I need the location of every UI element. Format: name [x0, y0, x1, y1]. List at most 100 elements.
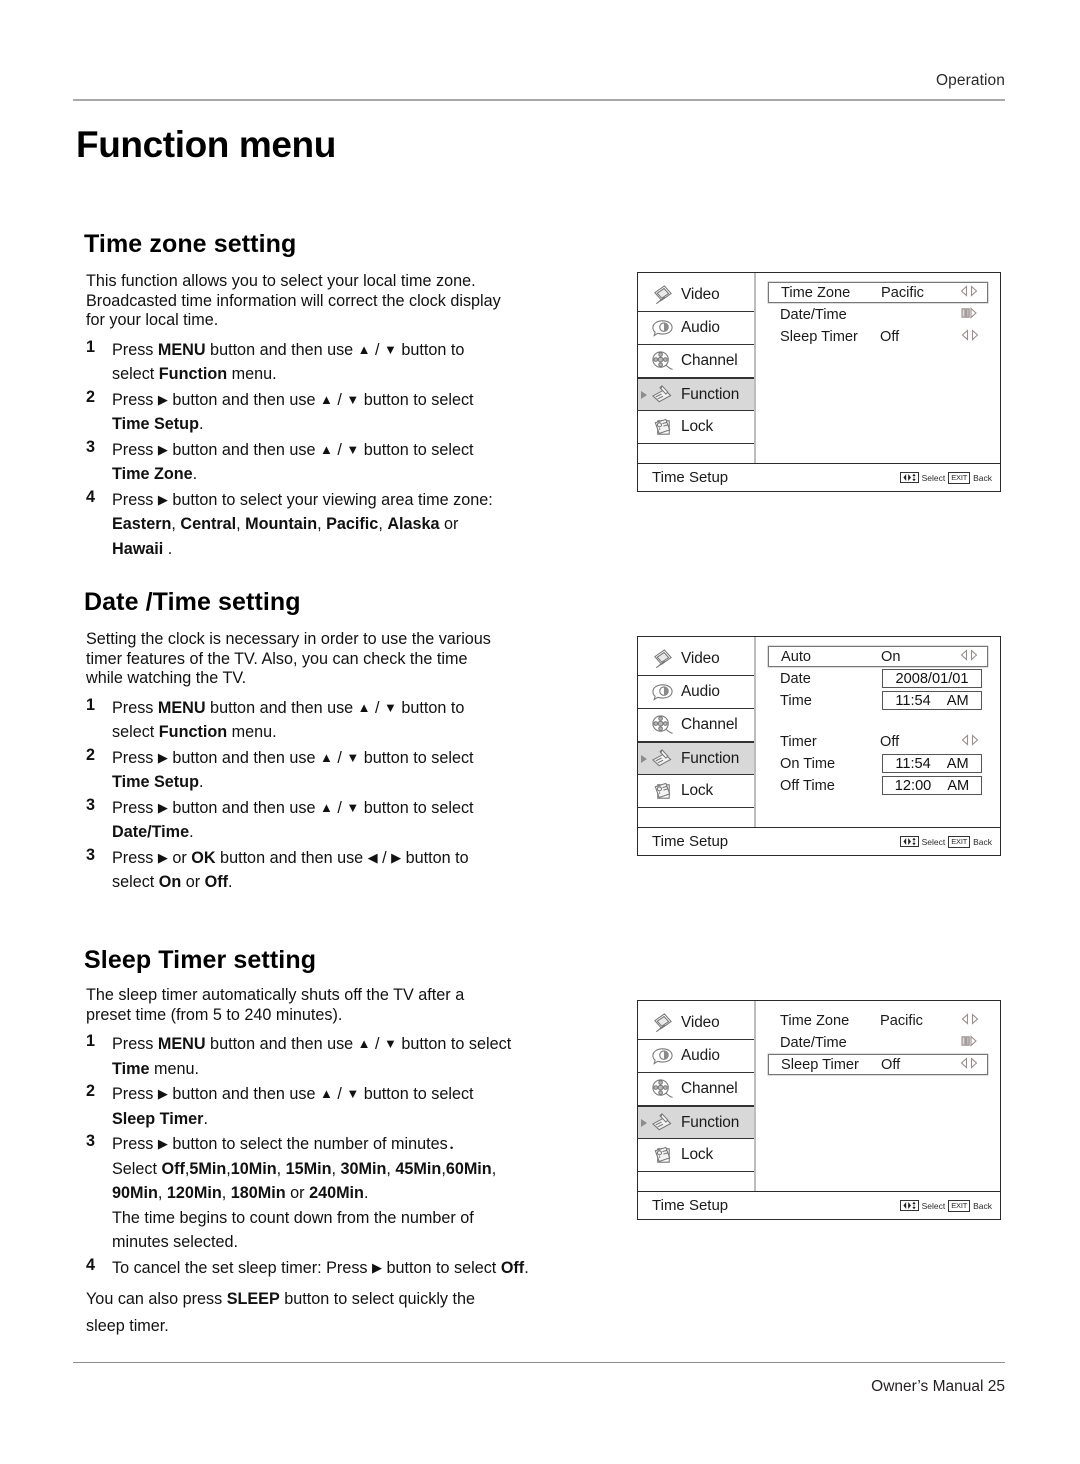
step-item: 4 Press ▶ button to select your viewing a… — [86, 488, 574, 562]
osd-row[interactable]: Timer Off — [768, 731, 988, 752]
osd-row[interactable]: Auto On — [768, 646, 988, 667]
section-body-date-time: Setting the clock is necessary in order … — [86, 630, 574, 896]
sidebar-item-label: Audio — [681, 683, 720, 700]
audio-icon — [650, 1045, 675, 1068]
sidebar-item-video[interactable]: Video — [638, 279, 754, 312]
osd-row[interactable]: Time Zone Pacific — [768, 282, 988, 303]
intro-line: The sleep timer automatically shuts off … — [86, 986, 465, 1004]
step-line: Press ▶ button and then use ▲ / ▼ button… — [112, 798, 474, 817]
step-number: 3 — [86, 437, 96, 456]
osd-row[interactable]: Sleep Timer Off — [768, 1054, 988, 1075]
osd-footer: Time Setup Select EXIT Back — [638, 1191, 1000, 1219]
sidebar-item-function[interactable]: Function — [638, 378, 754, 411]
osd-footer: Time Setup Select EXIT Back — [638, 463, 1000, 491]
osd-footer-title: Time Setup — [652, 1197, 729, 1214]
osd-row[interactable]: Date/Time — [768, 1032, 988, 1053]
osd-row[interactable]: Time 11:54 AM — [768, 690, 988, 711]
sidebar-item-video[interactable]: Video — [638, 643, 754, 676]
section-body-time-zone: This function allows you to select your … — [86, 272, 574, 562]
lock-icon — [650, 780, 675, 803]
navigation-keys-icon — [899, 836, 919, 847]
osd-row[interactable]: On Time 11:54 AM — [768, 753, 988, 774]
osd-row[interactable]: Date/Time — [768, 304, 988, 325]
osd-settings-pane: Time Zone Pacific Date/Time Sleep Timer Off — [756, 273, 1000, 463]
sidebar-item-lock[interactable]: Lock — [638, 775, 754, 808]
sidebar-item-function[interactable]: Function — [638, 1106, 754, 1139]
sidebar-item-lock[interactable]: Lock — [638, 411, 754, 444]
osd-row-label: On Time — [780, 755, 836, 772]
sidebar-item-audio[interactable]: Audio — [638, 1040, 754, 1073]
sidebar-item-label: Function — [681, 385, 740, 403]
section-note: You can also press SLEEP button to selec… — [86, 1286, 574, 1340]
osd-row-indicator — [956, 306, 984, 324]
function-icon — [650, 1111, 675, 1134]
sidebar-item-channel[interactable]: Channel — [638, 1073, 754, 1106]
sidebar-item-channel[interactable]: Channel — [638, 709, 754, 742]
step-number: 1 — [86, 1032, 96, 1051]
step-item: 3 Press ▶ button to select the number of … — [86, 1132, 574, 1255]
osd-row-value-field[interactable]: 11:54 AM — [882, 754, 982, 773]
osd-row-value: Off — [880, 733, 900, 750]
osd-row-value: Pacific — [880, 1012, 923, 1029]
step-line: Press ▶ button and then use ▲ / ▼ button… — [112, 1085, 474, 1104]
navigation-keys-icon — [899, 1200, 919, 1211]
step-item: 3 Press ▶ button and then use ▲ / ▼ butto… — [86, 796, 574, 845]
left-right-arrows-icon — [958, 648, 980, 661]
step-line: Press ▶ button and then use ▲ / ▼ button… — [112, 440, 474, 459]
osd-row-value-field[interactable]: 12:00 AM — [882, 776, 982, 795]
sidebar-item-audio[interactable]: Audio — [638, 312, 754, 345]
osd-row-value-field[interactable]: 11:54 AM — [882, 691, 982, 710]
selection-caret-icon — [641, 390, 647, 399]
sidebar-item-video[interactable]: Video — [638, 1007, 754, 1040]
osd-row-value: On — [881, 648, 901, 665]
step-line: Time Setup. — [112, 773, 204, 792]
step-line: minutes selected. — [112, 1233, 238, 1252]
osd-footer-exit-key: EXIT — [948, 1199, 971, 1212]
section-intro: Setting the clock is necessary in order … — [86, 630, 574, 689]
osd-footer-select-label: Select — [921, 472, 946, 483]
osd-row-indicator — [955, 648, 983, 666]
osd-row[interactable]: Off Time 12:00 AM — [768, 775, 988, 796]
sidebar-item-label: Function — [681, 1113, 740, 1131]
step-number: 4 — [86, 487, 96, 506]
intro-line: Setting the clock is necessary in order … — [86, 630, 491, 648]
osd-footer-exit-key: EXIT — [948, 835, 971, 848]
intro-line: for your local time. — [86, 311, 219, 330]
function-icon — [650, 383, 675, 406]
sidebar-item-channel[interactable]: Channel — [638, 345, 754, 378]
sidebar-item-label: Channel — [681, 716, 738, 733]
left-right-arrows-icon — [958, 284, 980, 297]
sidebar-item-label: Audio — [681, 319, 720, 336]
step-line: Time Setup. — [112, 415, 204, 434]
osd-row[interactable]: Sleep Timer Off — [768, 326, 988, 347]
osd-body: Video Audio Channel Function Lock Time Zone Pa… — [638, 1001, 1000, 1191]
video-icon — [650, 648, 675, 671]
step-number: 3 — [86, 1132, 96, 1151]
sidebar-item-function[interactable]: Function — [638, 742, 754, 775]
osd-body: Video Audio Channel Function Lock Time Zone Pa… — [638, 273, 1000, 463]
osd-field-meridiem: AM — [946, 692, 969, 709]
step-line: Date/Time. — [112, 823, 194, 842]
sidebar-item-lock[interactable]: Lock — [638, 1139, 754, 1172]
step-number: 1 — [86, 695, 96, 714]
osd-row-label: Auto — [781, 648, 812, 665]
step-line: Hawaii . — [112, 539, 173, 558]
step-line: Press ▶ button and then use ▲ / ▼ button… — [112, 748, 474, 767]
osd-row-indicator — [956, 328, 984, 346]
step-number: 3 — [86, 795, 96, 814]
osd-row[interactable]: Date 2008/01/01 — [768, 668, 988, 689]
step-line: select Function menu. — [112, 723, 277, 742]
osd-row[interactable]: Time Zone Pacific — [768, 1010, 988, 1031]
step-number: 1 — [86, 337, 96, 356]
osd-footer-back-label: Back — [973, 836, 992, 847]
sidebar-item-audio[interactable]: Audio — [638, 676, 754, 709]
osd-screenshot-sleep-timer: Video Audio Channel Function Lock Time Zone Pa… — [637, 1000, 1001, 1220]
osd-row-value-field[interactable]: 2008/01/01 — [882, 669, 982, 688]
step-line: Time Zone. — [112, 465, 198, 484]
step-number: 2 — [86, 387, 96, 406]
lock-icon — [650, 416, 675, 439]
step-line: Press ▶ button to select the number of m… — [112, 1135, 464, 1154]
step-line: Eastern, Central, Mountain, Pacific, Ala… — [112, 515, 459, 534]
page-title: Function menu — [76, 124, 336, 165]
osd-footer-hints: Select EXIT Back — [899, 835, 992, 848]
